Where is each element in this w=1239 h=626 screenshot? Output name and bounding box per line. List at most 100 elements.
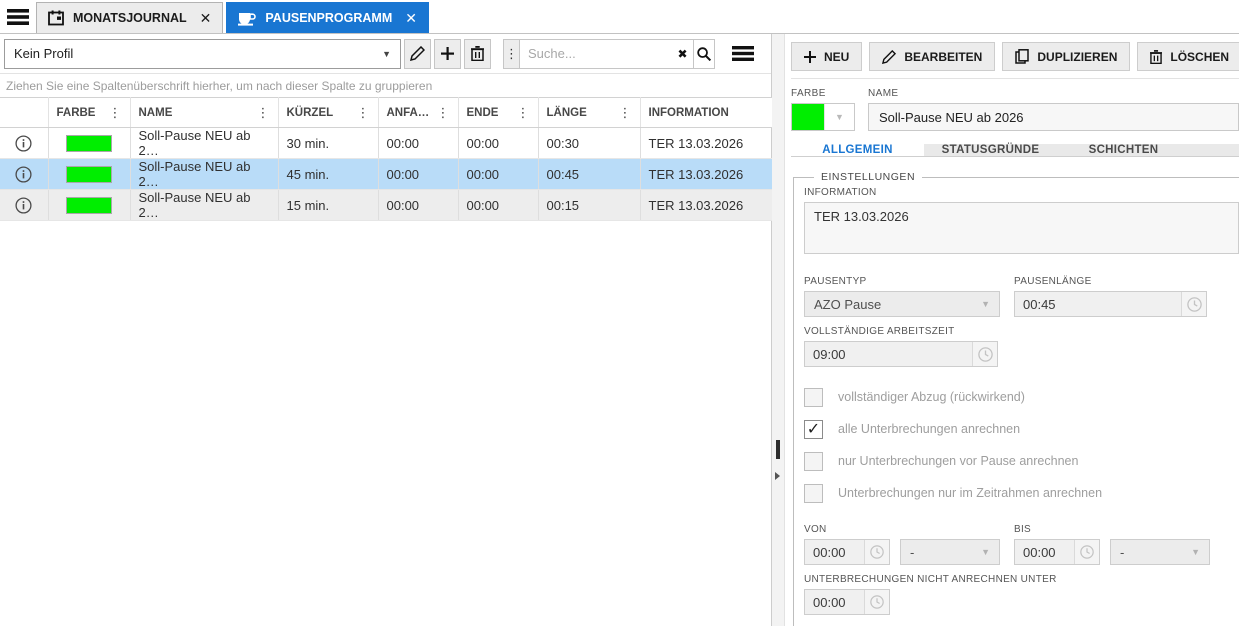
bis-day-value: - [1120,544,1125,560]
coffee-cup-icon [238,12,257,26]
row-anfang-cell: 00:00 [378,127,459,159]
arbeitszeit-value: 09:00 [813,346,846,362]
add-profile-button[interactable] [434,38,461,69]
delete-profile-button[interactable] [464,38,491,69]
search-icon [697,46,711,61]
bis-day-select[interactable]: - ▼ [1110,539,1210,565]
row-kuerzel-cell: 30 min. [278,127,379,159]
pause-table: FARBE ⋮ NAME ⋮ KÜRZEL ⋮ ANFA… ⋮ ENDE ⋮ LÄNGE ⋮… [0,97,772,221]
table-row[interactable]: Soll-Pause NEU ab 2… 15 min. 00:00 00:00… [0,189,772,221]
checkbox-unchecked[interactable] [804,483,823,503]
duplizieren-button[interactable]: DUPLIZIEREN [1002,42,1131,71]
header-kuerzel[interactable]: KÜRZEL ⋮ [278,97,379,128]
table-menu-button[interactable] [728,39,758,69]
top-tab-bar: MONATSJOURNAL ✕ PAUSENPROGRAMM ✕ [0,0,1239,34]
splitter-grip[interactable] [776,440,780,459]
hamburger-icon [7,9,29,25]
tab-schichten[interactable]: SCHICHTEN [1057,144,1190,156]
row-info-cell[interactable] [0,127,49,159]
color-swatch [66,165,112,183]
edit-profile-button[interactable] [404,38,431,69]
row-information-cell: TER 13.03.2026 [640,158,772,190]
table-row[interactable]: Soll-Pause NEU ab 2… 30 min. 00:00 00:00… [0,127,772,159]
pausenlaenge-field: PAUSENLÄNGE 00:45 [1014,267,1207,317]
tab-monatsjournal[interactable]: MONATSJOURNAL ✕ [36,2,224,33]
list-pane: Kein Profil ▼ ⋮ Suche... ✖ Ziehen Sie ei… [0,34,772,626]
search-input[interactable] [520,39,672,68]
von-label: VON [804,524,827,535]
row-ende-cell: 00:00 [458,158,539,190]
search-button[interactable] [693,39,714,68]
information-textarea[interactable]: TER 13.03.2026 [804,202,1239,254]
bearbeiten-button[interactable]: BEARBEITEN [869,42,996,71]
clock-icon[interactable] [1074,540,1099,564]
row-ende-cell: 00:00 [458,189,539,221]
row-kuerzel-cell: 15 min. [278,189,379,221]
pane-splitter[interactable] [772,34,785,626]
main-menu-button[interactable] [0,2,36,32]
column-menu-icon[interactable]: ⋮ [109,106,122,119]
row-ende-cell: 00:00 [458,127,539,159]
pausenlaenge-value: 00:45 [1023,296,1056,312]
color-swatch [66,134,112,152]
row-info-cell[interactable] [0,158,49,190]
row-laenge-cell: 00:45 [538,158,641,190]
check-vollstaendiger-abzug: vollständiger Abzug (rückwirkend) [804,381,1239,413]
splitter-collapse-arrow-icon[interactable] [775,472,780,480]
arbeitszeit-input[interactable]: 09:00 [804,341,998,367]
clock-icon[interactable] [972,342,997,366]
clock-icon[interactable] [864,540,889,564]
farbe-field: FARBE ▼ [791,88,855,131]
clock-icon[interactable] [864,590,889,614]
clock-icon[interactable] [1181,292,1206,316]
bis-field: BIS 00:00 - ▼ [1014,515,1210,565]
close-icon[interactable]: ✕ [200,10,212,27]
nicht-anrechnen-input[interactable]: 00:00 [804,589,890,615]
group-by-hint: Ziehen Sie eine Spaltenüberschrift hierh… [6,78,433,93]
header-laenge[interactable]: LÄNGE ⋮ [538,97,641,128]
profile-select[interactable]: Kein Profil ▼ [4,38,401,69]
chevron-down-icon: ▼ [1191,547,1200,557]
check-nur-im-zeitrahmen: Unterbrechungen nur im Zeitrahmen anrech… [804,477,1239,509]
bis-time-value: 00:00 [1023,544,1056,560]
search-clear-button[interactable]: ✖ [672,39,693,68]
row-name-cell: Soll-Pause NEU ab 2… [130,189,279,221]
tab-pausenprogramm[interactable]: PAUSENPROGRAMM ✕ [226,2,429,33]
tab-label: MONATSJOURNAL [73,11,187,25]
row-info-cell[interactable] [0,189,49,221]
copy-icon [1015,49,1030,64]
column-menu-icon[interactable]: ⋮ [517,106,530,119]
name-input[interactable] [868,103,1239,131]
column-menu-icon[interactable]: ⋮ [257,106,270,119]
pausentyp-select[interactable]: AZO Pause ▼ [804,291,1000,317]
table-row-selected[interactable]: Soll-Pause NEU ab 2… 45 min. 00:00 00:00… [0,158,772,190]
header-information[interactable]: INFORMATION [640,97,772,128]
bis-label: BIS [1014,524,1032,535]
column-menu-icon[interactable]: ⋮ [357,106,370,119]
column-menu-icon[interactable]: ⋮ [619,106,632,119]
von-day-select[interactable]: - ▼ [900,539,1000,565]
neu-button[interactable]: NEU [791,42,863,71]
checkbox-checked[interactable]: ✓ [804,419,823,439]
table-header-row: FARBE ⋮ NAME ⋮ KÜRZEL ⋮ ANFA… ⋮ ENDE ⋮ LÄNGE ⋮… [0,97,772,128]
loeschen-button[interactable]: LÖSCHEN [1137,42,1239,71]
checkbox-unchecked[interactable] [804,387,823,407]
von-time-input[interactable]: 00:00 [804,539,890,565]
header-name[interactable]: NAME ⋮ [130,97,279,128]
header-ende[interactable]: ENDE ⋮ [458,97,539,128]
bis-time-input[interactable]: 00:00 [1014,539,1100,565]
column-menu-icon[interactable]: ⋮ [437,106,450,119]
header-anfang[interactable]: ANFA… ⋮ [378,97,459,128]
farbe-dropdown[interactable]: ▼ [791,103,855,131]
search-options-button[interactable]: ⋮ [504,39,520,68]
close-icon[interactable]: ✕ [405,10,417,27]
header-farbe[interactable]: FARBE ⋮ [48,97,131,128]
tab-statusgruende[interactable]: STATUSGRÜNDE [924,144,1057,156]
pausenlaenge-input[interactable]: 00:45 [1014,291,1207,317]
checkbox-unchecked[interactable] [804,451,823,471]
row-name-cell: Soll-Pause NEU ab 2… [130,127,279,159]
pausentyp-label: PAUSENTYP [804,276,867,287]
tab-allgemein[interactable]: ALLGEMEIN [791,144,924,156]
check-nur-vor-pause: nur Unterbrechungen vor Pause anrechnen [804,445,1239,477]
row-anfang-cell: 00:00 [378,158,459,190]
